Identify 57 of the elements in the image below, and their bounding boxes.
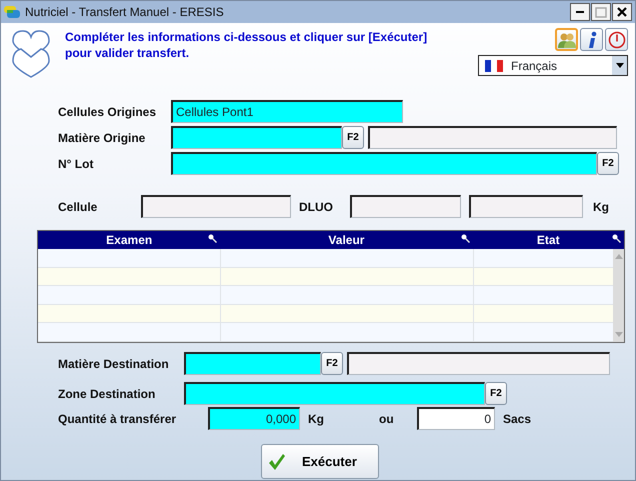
scroll-down-icon (614, 332, 622, 337)
input-field[interactable] (171, 126, 342, 149)
close-button[interactable] (612, 3, 632, 21)
field-label: Matière Origine (58, 130, 146, 146)
info-button[interactable] (580, 28, 603, 51)
description-field[interactable] (347, 352, 610, 375)
quantity-field[interactable]: 0,000 (208, 407, 300, 430)
check-icon (268, 452, 286, 470)
lookup-button[interactable]: F2 (321, 352, 343, 375)
column-header[interactable]: Examen (38, 231, 220, 249)
app-icon (4, 6, 20, 18)
users-icon (558, 32, 576, 48)
users-button[interactable] (555, 28, 578, 51)
window-title: Nutriciel - Transfert Manuel - ERESIS (25, 4, 225, 21)
search-icon (208, 234, 218, 243)
info-icon (586, 30, 596, 48)
input-field[interactable]: Cellules Pont1 (171, 100, 403, 123)
power-icon (608, 30, 626, 48)
dropdown-arrow-icon (616, 63, 624, 68)
maximize-button[interactable] (591, 3, 611, 21)
power-button[interactable] (605, 28, 628, 51)
close-icon (616, 6, 628, 18)
maximize-icon (595, 6, 607, 18)
or-label: ou (379, 410, 395, 428)
unit-label: Sacs (503, 410, 532, 428)
field-label: Cellule (58, 198, 98, 216)
unit-label: Kg (308, 410, 325, 428)
search-icon (460, 234, 470, 243)
scrollbar[interactable] (613, 249, 624, 342)
lookup-button[interactable]: F2 (597, 152, 619, 175)
field-label: Quantité à transférer (58, 410, 178, 428)
scroll-up-icon (614, 254, 622, 259)
input-field[interactable] (141, 195, 291, 218)
language-dropdown[interactable]: Français (478, 55, 612, 76)
field-label: DLUO (299, 198, 334, 216)
input-field[interactable] (171, 152, 597, 175)
search-icon (612, 234, 621, 243)
flag-icon (485, 60, 503, 72)
execute-button[interactable]: Exécuter (261, 444, 379, 479)
lookup-button[interactable]: F2 (342, 126, 364, 149)
field-label: Matière Destination (58, 356, 170, 372)
input-field[interactable] (184, 352, 321, 375)
field-label: N° Lot (58, 156, 94, 172)
description-field[interactable] (368, 126, 617, 149)
minimize-icon (576, 11, 584, 13)
sacks-field[interactable]: 0 (417, 407, 495, 430)
input-field[interactable] (350, 195, 461, 218)
field-label: Zone Destination (58, 386, 156, 402)
unit-label: Kg (593, 198, 609, 216)
column-header[interactable]: Etat (472, 231, 624, 249)
input-field[interactable] (184, 382, 485, 405)
lookup-button[interactable]: F2 (485, 382, 507, 405)
input-field[interactable] (469, 195, 583, 218)
instruction-text: Compléter les informations ci-dessous et cliquer sur [Exécuter] pour valider transfert. (65, 29, 428, 62)
field-label: Cellules Origines (58, 104, 158, 120)
column-header[interactable]: Valeur (220, 231, 473, 249)
minimize-button[interactable] (570, 3, 590, 21)
